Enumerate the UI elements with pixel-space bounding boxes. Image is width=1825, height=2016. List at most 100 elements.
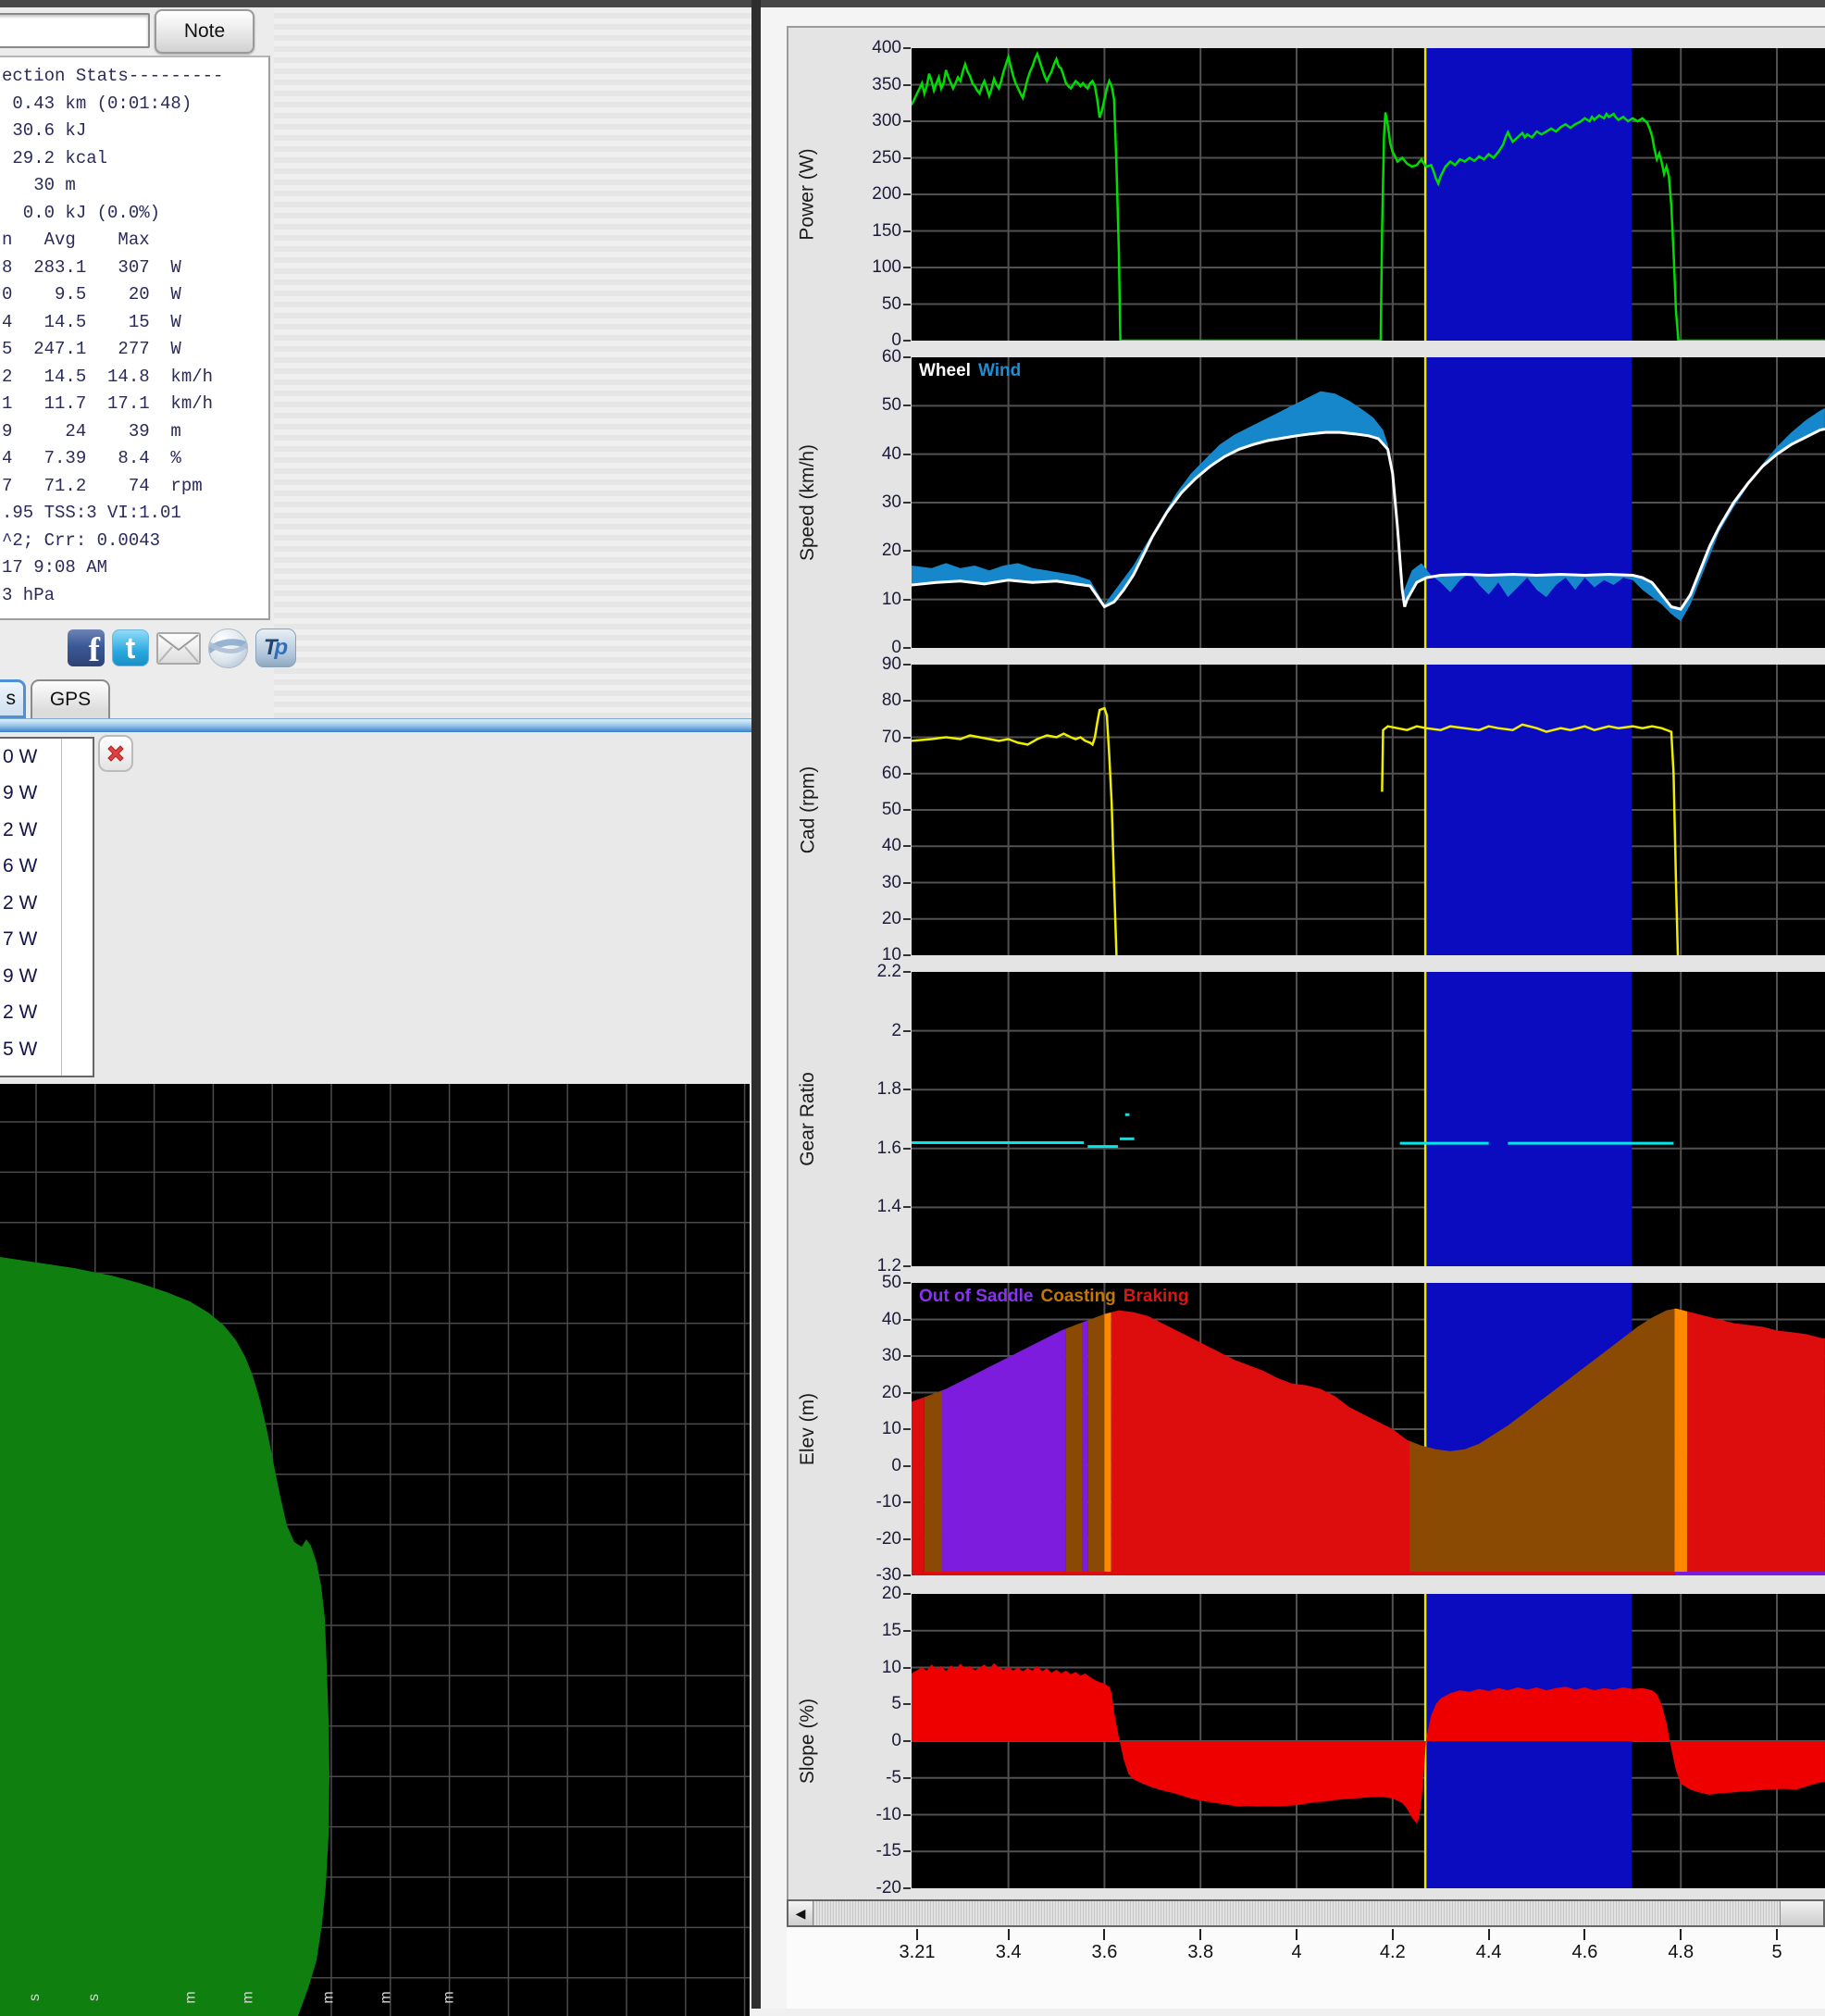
x-tick-label: 3.8 xyxy=(1163,1942,1237,1963)
y-tick-label: 100 xyxy=(820,257,901,278)
y-tick-mark xyxy=(903,1574,911,1576)
scroll-left-arrow-icon[interactable]: ◀ xyxy=(788,1901,813,1925)
y-tick-label: 70 xyxy=(820,728,901,748)
y-tick-label: -10 xyxy=(820,1805,901,1825)
list-item[interactable]: 7 W xyxy=(0,922,93,959)
x-tick-label: 4.8 xyxy=(1644,1942,1718,1963)
chart-plot-cad[interactable] xyxy=(912,665,1825,955)
y-tick-label: 30 xyxy=(820,1346,901,1366)
y-tick-mark xyxy=(903,647,911,649)
horizontal-scrollbar[interactable]: ◀ xyxy=(787,1899,1825,1927)
chart-plot-gear[interactable] xyxy=(912,972,1825,1266)
email-icon[interactable] xyxy=(156,632,201,665)
y-tick-label: 50 xyxy=(820,395,901,416)
legend-entry: Braking xyxy=(1124,1287,1189,1306)
section-stats-text: ection Stats--------- 0.43 km (0:01:48) … xyxy=(0,56,270,620)
y-tick-label: 20 xyxy=(820,1383,901,1403)
x-tick-label: 4.4 xyxy=(1452,1942,1526,1963)
tab-selected-partial[interactable]: s xyxy=(0,679,26,718)
duration-axis-label: m xyxy=(441,1991,458,2003)
list-item[interactable]: 2 W xyxy=(0,885,93,922)
pane-divider[interactable] xyxy=(0,718,751,733)
chart-legend-speed: WheelWind xyxy=(919,361,1021,381)
list-item[interactable]: 2 W xyxy=(0,995,93,1032)
y-tick-label: 10 xyxy=(820,1419,901,1439)
y-tick-label: 250 xyxy=(820,148,901,168)
y-tick-mark xyxy=(903,700,911,702)
window-divider xyxy=(751,0,761,2009)
scrollbar-thumb[interactable] xyxy=(1780,1901,1823,1925)
y-tick-label: 400 xyxy=(820,38,901,58)
y-tick-mark xyxy=(903,809,911,811)
google-earth-icon[interactable] xyxy=(208,628,248,668)
y-tick-mark xyxy=(903,1265,911,1267)
y-tick-mark xyxy=(903,84,911,86)
facebook-icon[interactable]: f xyxy=(68,629,105,666)
list-scrollbar-gutter[interactable] xyxy=(61,739,62,1076)
y-tick-mark xyxy=(903,356,911,358)
x-tick-mark xyxy=(1199,1929,1201,1940)
chart-plot-speed[interactable] xyxy=(912,357,1825,648)
list-item[interactable]: 9 W xyxy=(0,958,93,995)
list-item[interactable]: 9 W xyxy=(0,776,93,813)
y-tick-label: -5 xyxy=(820,1768,901,1788)
y-tick-mark xyxy=(903,1538,911,1540)
y-tick-label: -10 xyxy=(820,1492,901,1512)
y-tick-mark xyxy=(903,1148,911,1150)
y-tick-mark xyxy=(903,1392,911,1394)
y-tick-mark xyxy=(903,737,911,739)
list-item[interactable]: 5 W xyxy=(0,1031,93,1068)
y-tick-label: 1.4 xyxy=(820,1197,901,1217)
app-root: Note ection Stats--------- 0.43 km (0:01… xyxy=(0,0,1825,2009)
axis-title-speed: Speed (km/h) xyxy=(792,357,824,648)
chart-plot-power[interactable] xyxy=(912,48,1825,341)
y-tick-label: -20 xyxy=(820,1878,901,1898)
share-icon-row: f t Tp xyxy=(68,628,296,668)
interval-pane-background xyxy=(0,732,751,1084)
y-tick-mark xyxy=(903,1282,911,1284)
y-tick-label: 60 xyxy=(820,764,901,784)
y-tick-mark xyxy=(903,845,911,847)
y-tick-mark xyxy=(903,918,911,920)
chart-plot-slope[interactable] xyxy=(912,1594,1825,1888)
y-tick-label: 30 xyxy=(820,873,901,893)
y-tick-label: 350 xyxy=(820,75,901,95)
y-tick-mark xyxy=(903,304,911,305)
x-tick-mark xyxy=(1776,1929,1778,1940)
twitter-icon[interactable]: t xyxy=(112,629,149,666)
list-item[interactable]: 0 W xyxy=(0,739,93,776)
x-tick-mark xyxy=(1488,1929,1490,1940)
y-tick-mark xyxy=(903,1740,911,1742)
list-item[interactable]: 6 W xyxy=(0,849,93,886)
x-tick-label: 4.6 xyxy=(1547,1942,1621,1963)
y-tick-label: 50 xyxy=(820,294,901,315)
tab-gps[interactable]: GPS xyxy=(31,679,110,718)
y-tick-mark xyxy=(903,120,911,122)
y-tick-mark xyxy=(903,1089,911,1090)
y-tick-label: 50 xyxy=(820,800,901,820)
y-tick-label: 20 xyxy=(820,1584,901,1604)
interval-name-input[interactable] xyxy=(0,13,150,48)
note-button[interactable]: Note xyxy=(155,9,255,54)
interval-list[interactable]: 0 W9 W2 W6 W2 W7 W9 W2 W5 W xyxy=(0,737,94,1077)
duration-axis-label: m xyxy=(241,1991,257,2003)
y-tick-label: 90 xyxy=(820,654,901,675)
close-interval-button[interactable] xyxy=(98,735,133,772)
trainingpeaks-icon[interactable]: Tp xyxy=(255,628,296,667)
list-item[interactable]: 2 W xyxy=(0,812,93,849)
y-tick-mark xyxy=(903,1428,911,1430)
chart-plot-elev[interactable] xyxy=(912,1283,1825,1575)
y-tick-label: 40 xyxy=(820,444,901,465)
tab-gps-label: GPS xyxy=(50,689,91,711)
y-tick-mark xyxy=(903,1777,911,1779)
x-tick-mark xyxy=(1008,1929,1010,1940)
y-tick-mark xyxy=(903,193,911,195)
y-tick-label: 1.6 xyxy=(820,1139,901,1159)
axis-title-cad: Cad (rpm) xyxy=(792,665,824,955)
left-window: Note ection Stats--------- 0.43 km (0:01… xyxy=(0,7,751,2009)
y-tick-mark xyxy=(903,971,911,973)
y-tick-mark xyxy=(903,773,911,775)
meanmax-chart[interactable]: ssmmmmm xyxy=(0,1084,750,2016)
x-tick-mark xyxy=(1680,1929,1682,1940)
axis-title-text: Elev (m) xyxy=(797,1393,819,1465)
